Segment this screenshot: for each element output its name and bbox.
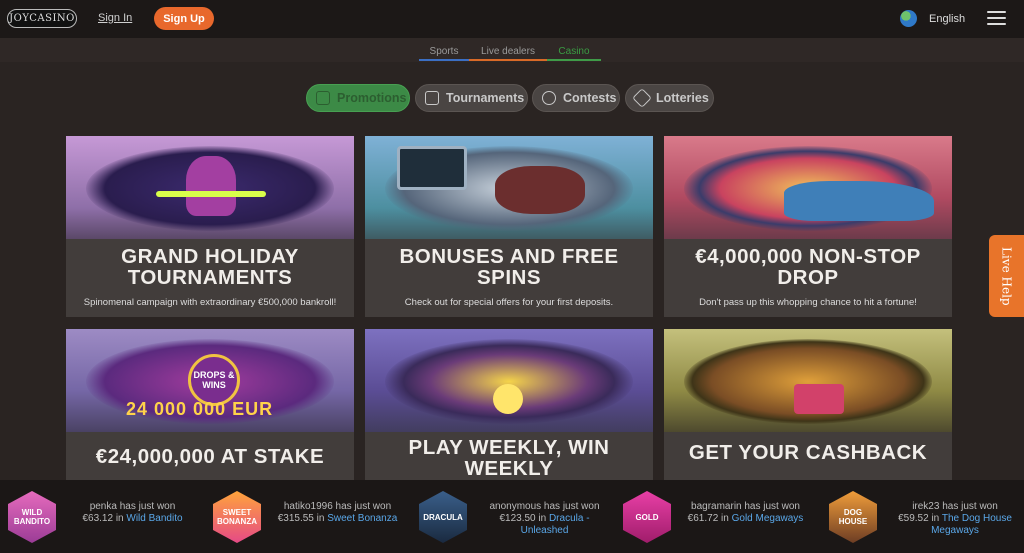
section-tabs: Sports Live dealers Casino [0, 38, 1024, 62]
gift-icon [316, 91, 330, 105]
promo-card-grand-holiday[interactable]: GRAND HOLIDAY TOURNAMENTS Spinomenal cam… [66, 136, 354, 317]
globe-icon[interactable] [900, 10, 917, 27]
promo-image [365, 136, 653, 239]
promo-title: €24,000,000 AT STAKE [95, 445, 325, 468]
winner-text: bagramarin has just won €61.72 in Gold M… [687, 501, 804, 524]
sign-in-link[interactable]: Sign In [98, 12, 132, 24]
promo-card-non-stop-drop[interactable]: €4,000,000 NON-STOP DROP Don't pass up t… [664, 136, 952, 317]
tab-lotteries-label: Lotteries [656, 91, 709, 105]
tab-contests[interactable]: Contests [532, 84, 620, 112]
ticket-icon [632, 88, 652, 108]
promo-card-drops-wins[interactable]: DROPS & WINS 24 000 000 EUR €24,000,000 … [66, 329, 354, 481]
tab-promotions[interactable]: Promotions [306, 84, 410, 112]
promo-text: Spinomenal campaign with extraordinary €… [83, 297, 337, 308]
recent-winners-bar: WILD BANDITO penka has just won €63.12 i… [0, 480, 1024, 553]
game-link[interactable]: The Dog House Megaways [931, 513, 1012, 536]
promo-image [365, 329, 653, 432]
promo-card-cashback[interactable]: GET YOUR CASHBACK [664, 329, 952, 481]
joycasino-logo[interactable]: JOYCASINO [7, 9, 77, 28]
jackpot-amount: 24 000 000 EUR [126, 399, 274, 419]
tab-contests-label: Contests [563, 91, 617, 105]
game-link[interactable]: Gold Megaways [732, 513, 804, 524]
winner-text: anonymous has just won €123.50 in Dracul… [489, 501, 600, 536]
tab-promotions-label: Promotions [337, 91, 407, 105]
promo-title: €4,000,000 NON-STOP DROP [695, 245, 921, 289]
promo-text: Don't pass up this whopping chance to hi… [699, 297, 917, 308]
winner-text: hatiko1996 has just won €315.55 in Sweet… [277, 501, 398, 524]
game-thumbnail[interactable]: GOLD [623, 491, 671, 543]
promo-image [664, 136, 952, 239]
language-selector[interactable]: English [929, 13, 965, 25]
promo-title: GRAND HOLIDAY TOURNAMENTS [121, 245, 299, 289]
game-link[interactable]: Wild Bandito [126, 513, 182, 524]
tab-casino[interactable]: Casino [547, 46, 601, 61]
tab-sports[interactable]: Sports [419, 46, 469, 61]
promo-title: PLAY WEEKLY, WIN WEEKLY [408, 436, 610, 480]
promo-image [664, 329, 952, 432]
hamburger-menu-icon[interactable] [987, 11, 1006, 26]
game-link[interactable]: Sweet Bonanza [327, 513, 397, 524]
promo-image: DROPS & WINS 24 000 000 EUR [66, 329, 354, 432]
promo-card-play-weekly[interactable]: PLAY WEEKLY, WIN WEEKLY [365, 329, 653, 481]
game-thumbnail[interactable]: DOG HOUSE [829, 491, 877, 543]
promo-title: BONUSES AND FREE SPINS [399, 245, 619, 289]
promo-card-bonuses[interactable]: BONUSES AND FREE SPINS Check out for spe… [365, 136, 653, 317]
winner-text: penka has just won €63.12 in Wild Bandit… [82, 501, 183, 524]
medal-icon [542, 91, 556, 105]
winner-text: irek23 has just won €59.52 in The Dog Ho… [898, 501, 1012, 536]
trophy-icon [425, 91, 439, 105]
promo-title: GET YOUR CASHBACK [688, 441, 928, 464]
game-thumbnail[interactable]: WILD BANDITO [8, 491, 56, 543]
tab-tournaments-label: Tournaments [446, 91, 525, 105]
game-thumbnail[interactable]: SWEET BONANZA [213, 491, 261, 543]
sign-up-button[interactable]: Sign Up [154, 7, 214, 30]
promo-image [66, 136, 354, 239]
top-header: JOYCASINO Sign In Sign Up English [0, 0, 1024, 38]
promo-text: Check out for special offers for your fi… [404, 297, 614, 308]
tab-live-dealers[interactable]: Live dealers [469, 46, 547, 61]
game-thumbnail[interactable]: DRACULA [419, 491, 467, 543]
tab-lotteries[interactable]: Lotteries [625, 84, 714, 112]
live-help-button[interactable]: Live Help [989, 235, 1024, 317]
live-help-label: Live Help [999, 246, 1014, 306]
tab-tournaments[interactable]: Tournaments [415, 84, 528, 112]
